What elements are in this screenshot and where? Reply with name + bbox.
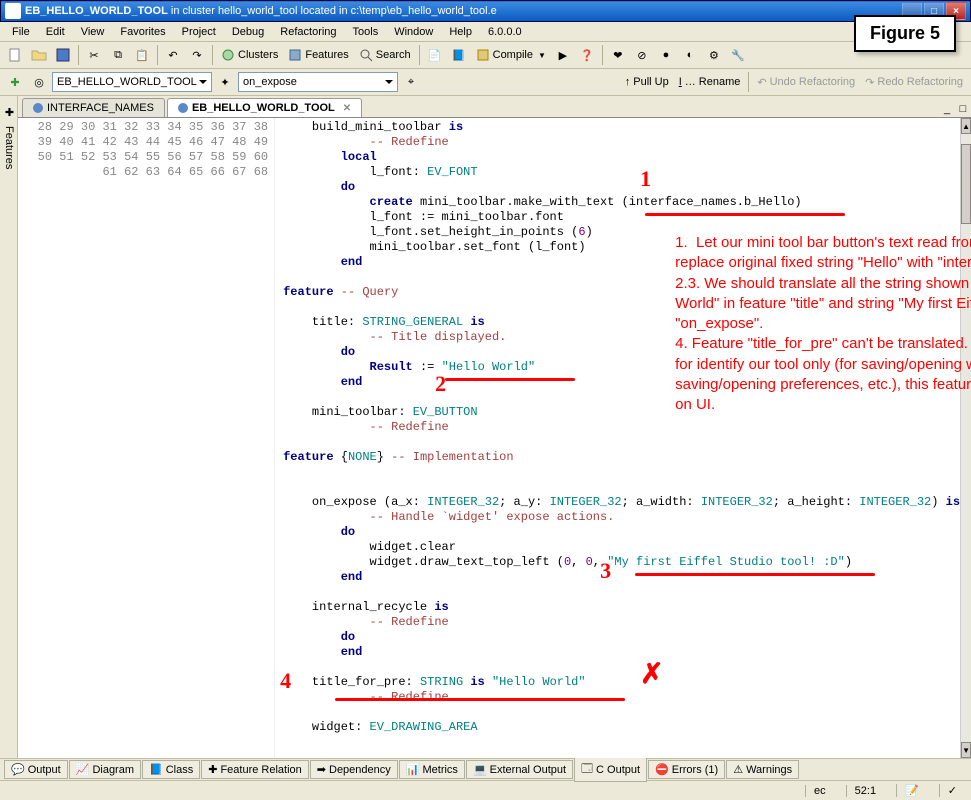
panel-metrics[interactable]: 📊Metrics: [399, 760, 465, 779]
redo-icon[interactable]: ↷: [186, 44, 208, 66]
panel-output[interactable]: 💬Output: [4, 760, 68, 779]
stop-icon[interactable]: ⊘: [631, 44, 653, 66]
menu-project[interactable]: Project: [174, 24, 224, 40]
status-bar: ec 52:1 📝 ✓: [0, 780, 971, 800]
panel-diagram[interactable]: 📈Diagram: [69, 760, 141, 779]
menu-bar: FileEditViewFavoritesProjectDebugRefacto…: [0, 22, 971, 42]
break2-icon[interactable]: ◐: [679, 44, 701, 66]
fav-icon[interactable]: ❤: [607, 44, 629, 66]
annot-underline-3: [635, 573, 875, 576]
cut-icon[interactable]: ✂: [83, 44, 105, 66]
panel-class[interactable]: 📘Class: [142, 760, 200, 779]
status-icon: 📝: [896, 784, 927, 797]
annot-underline-4: [335, 698, 625, 701]
vertical-scrollbar[interactable]: ▲ ▼: [960, 118, 971, 758]
window-title: EB_HELLO_WORLD_TOOL in cluster hello_wor…: [25, 5, 902, 17]
status-icon: ✓: [939, 784, 965, 797]
panel-external-output[interactable]: 💻External Output: [466, 760, 573, 779]
rename-button[interactable]: I… Rename: [675, 76, 745, 88]
tool-icon[interactable]: 📄: [424, 44, 446, 66]
app-icon: [5, 3, 21, 19]
target-icon[interactable]: ◎: [28, 71, 50, 93]
side-features[interactable]: ✚ Features: [2, 102, 17, 758]
toolbar-nav: ✚ ◎ EB_HELLO_WORLD_TOOL ✦ on_expose ⌖ ↑ …: [0, 69, 971, 96]
window-titlebar: EB_HELLO_WORLD_TOOL in cluster hello_wor…: [0, 0, 971, 22]
editor-tabs: INTERFACE_NAMESEB_HELLO_WORLD_TOOL ✕ _ □: [18, 96, 971, 118]
annot-x: ✗: [640, 666, 663, 681]
add-icon[interactable]: ✚: [4, 71, 26, 93]
copy-icon[interactable]: ⧉: [107, 44, 129, 66]
undo-icon[interactable]: ↶: [162, 44, 184, 66]
menu-refactoring[interactable]: Refactoring: [272, 24, 344, 40]
annot-num-1: 1: [640, 171, 651, 186]
scroll-thumb[interactable]: [961, 144, 971, 224]
tool-icon[interactable]: ⚙: [703, 44, 725, 66]
new-icon[interactable]: [4, 44, 26, 66]
code-editor[interactable]: build_mini_toolbar is -- Redefine local …: [275, 118, 960, 758]
toolbar-main: ✂ ⧉ 📋 ↶ ↷ Clusters Features Search 📄 📘 C…: [0, 42, 971, 69]
side-panel: ✚ Features 📁 Clusters: [0, 96, 18, 758]
open-icon[interactable]: [28, 44, 50, 66]
menu-help[interactable]: Help: [441, 24, 480, 40]
tab-interface_names[interactable]: INTERFACE_NAMES: [22, 98, 165, 117]
undo-refactor-button[interactable]: ↶ Undo Refactoring: [753, 76, 859, 89]
annot-underline-2: [445, 378, 575, 381]
panel-errors--1-[interactable]: ⛔Errors (1): [648, 760, 725, 779]
annot-num-3: 3: [600, 563, 611, 578]
menu-window[interactable]: Window: [386, 24, 441, 40]
class-combo[interactable]: EB_HELLO_WORLD_TOOL: [52, 72, 212, 92]
status-position: 52:1: [846, 785, 884, 797]
scroll-up-icon[interactable]: ▲: [961, 118, 971, 134]
run-icon[interactable]: ▶: [552, 44, 574, 66]
line-gutter: 28 29 30 31 32 33 34 35 36 37 38 39 40 4…: [18, 118, 275, 758]
break-icon[interactable]: ●: [655, 44, 677, 66]
clusters-button[interactable]: Clusters: [217, 48, 282, 62]
features-button[interactable]: Features: [284, 48, 352, 62]
panel-dependency[interactable]: ➡Dependency: [310, 760, 398, 779]
compile-button[interactable]: Compile▼: [472, 48, 550, 62]
annot-num-4: 4: [280, 673, 291, 688]
menu-view[interactable]: View: [73, 24, 113, 40]
tool-icon[interactable]: 🔧: [727, 44, 749, 66]
menu-debug[interactable]: Debug: [224, 24, 272, 40]
redo-refactor-button[interactable]: ↷ Redo Refactoring: [861, 76, 967, 89]
panel-c-output[interactable]: 🗔C Output: [574, 757, 647, 782]
save-icon[interactable]: [52, 44, 74, 66]
minimize-panel-icon[interactable]: _: [939, 101, 955, 117]
paste-icon[interactable]: 📋: [131, 44, 153, 66]
menu-file[interactable]: File: [4, 24, 38, 40]
maximize-panel-icon[interactable]: □: [955, 101, 971, 117]
menu-tools[interactable]: Tools: [345, 24, 387, 40]
bottom-panel-tabs: 💬Output📈Diagram📘Class✚Feature Relation➡D…: [0, 758, 971, 780]
figure-label: Figure 5: [854, 15, 956, 52]
tool-icon[interactable]: 📘: [448, 44, 470, 66]
go-icon[interactable]: ⌖: [400, 71, 422, 93]
scroll-down-icon[interactable]: ▼: [961, 742, 971, 758]
menu-favorites[interactable]: Favorites: [112, 24, 173, 40]
pullup-button[interactable]: ↑ Pull Up: [621, 76, 673, 88]
menu-edit[interactable]: Edit: [38, 24, 73, 40]
annot-underline-1: [645, 213, 845, 216]
tab-eb_hello_world_tool[interactable]: EB_HELLO_WORLD_TOOL ✕: [167, 98, 362, 117]
panel-feature-relation[interactable]: ✚Feature Relation: [201, 760, 309, 779]
annot-num-2: 2: [435, 376, 446, 391]
status-mode: ec: [805, 785, 834, 797]
feature-icon[interactable]: ✦: [214, 71, 236, 93]
menu-6000[interactable]: 6.0.0.0: [480, 24, 530, 40]
search-button[interactable]: Search: [355, 48, 415, 62]
panel-warnings[interactable]: ⚠Warnings: [726, 760, 799, 779]
feature-combo[interactable]: on_expose: [238, 72, 398, 92]
help-icon[interactable]: ❓: [576, 44, 598, 66]
